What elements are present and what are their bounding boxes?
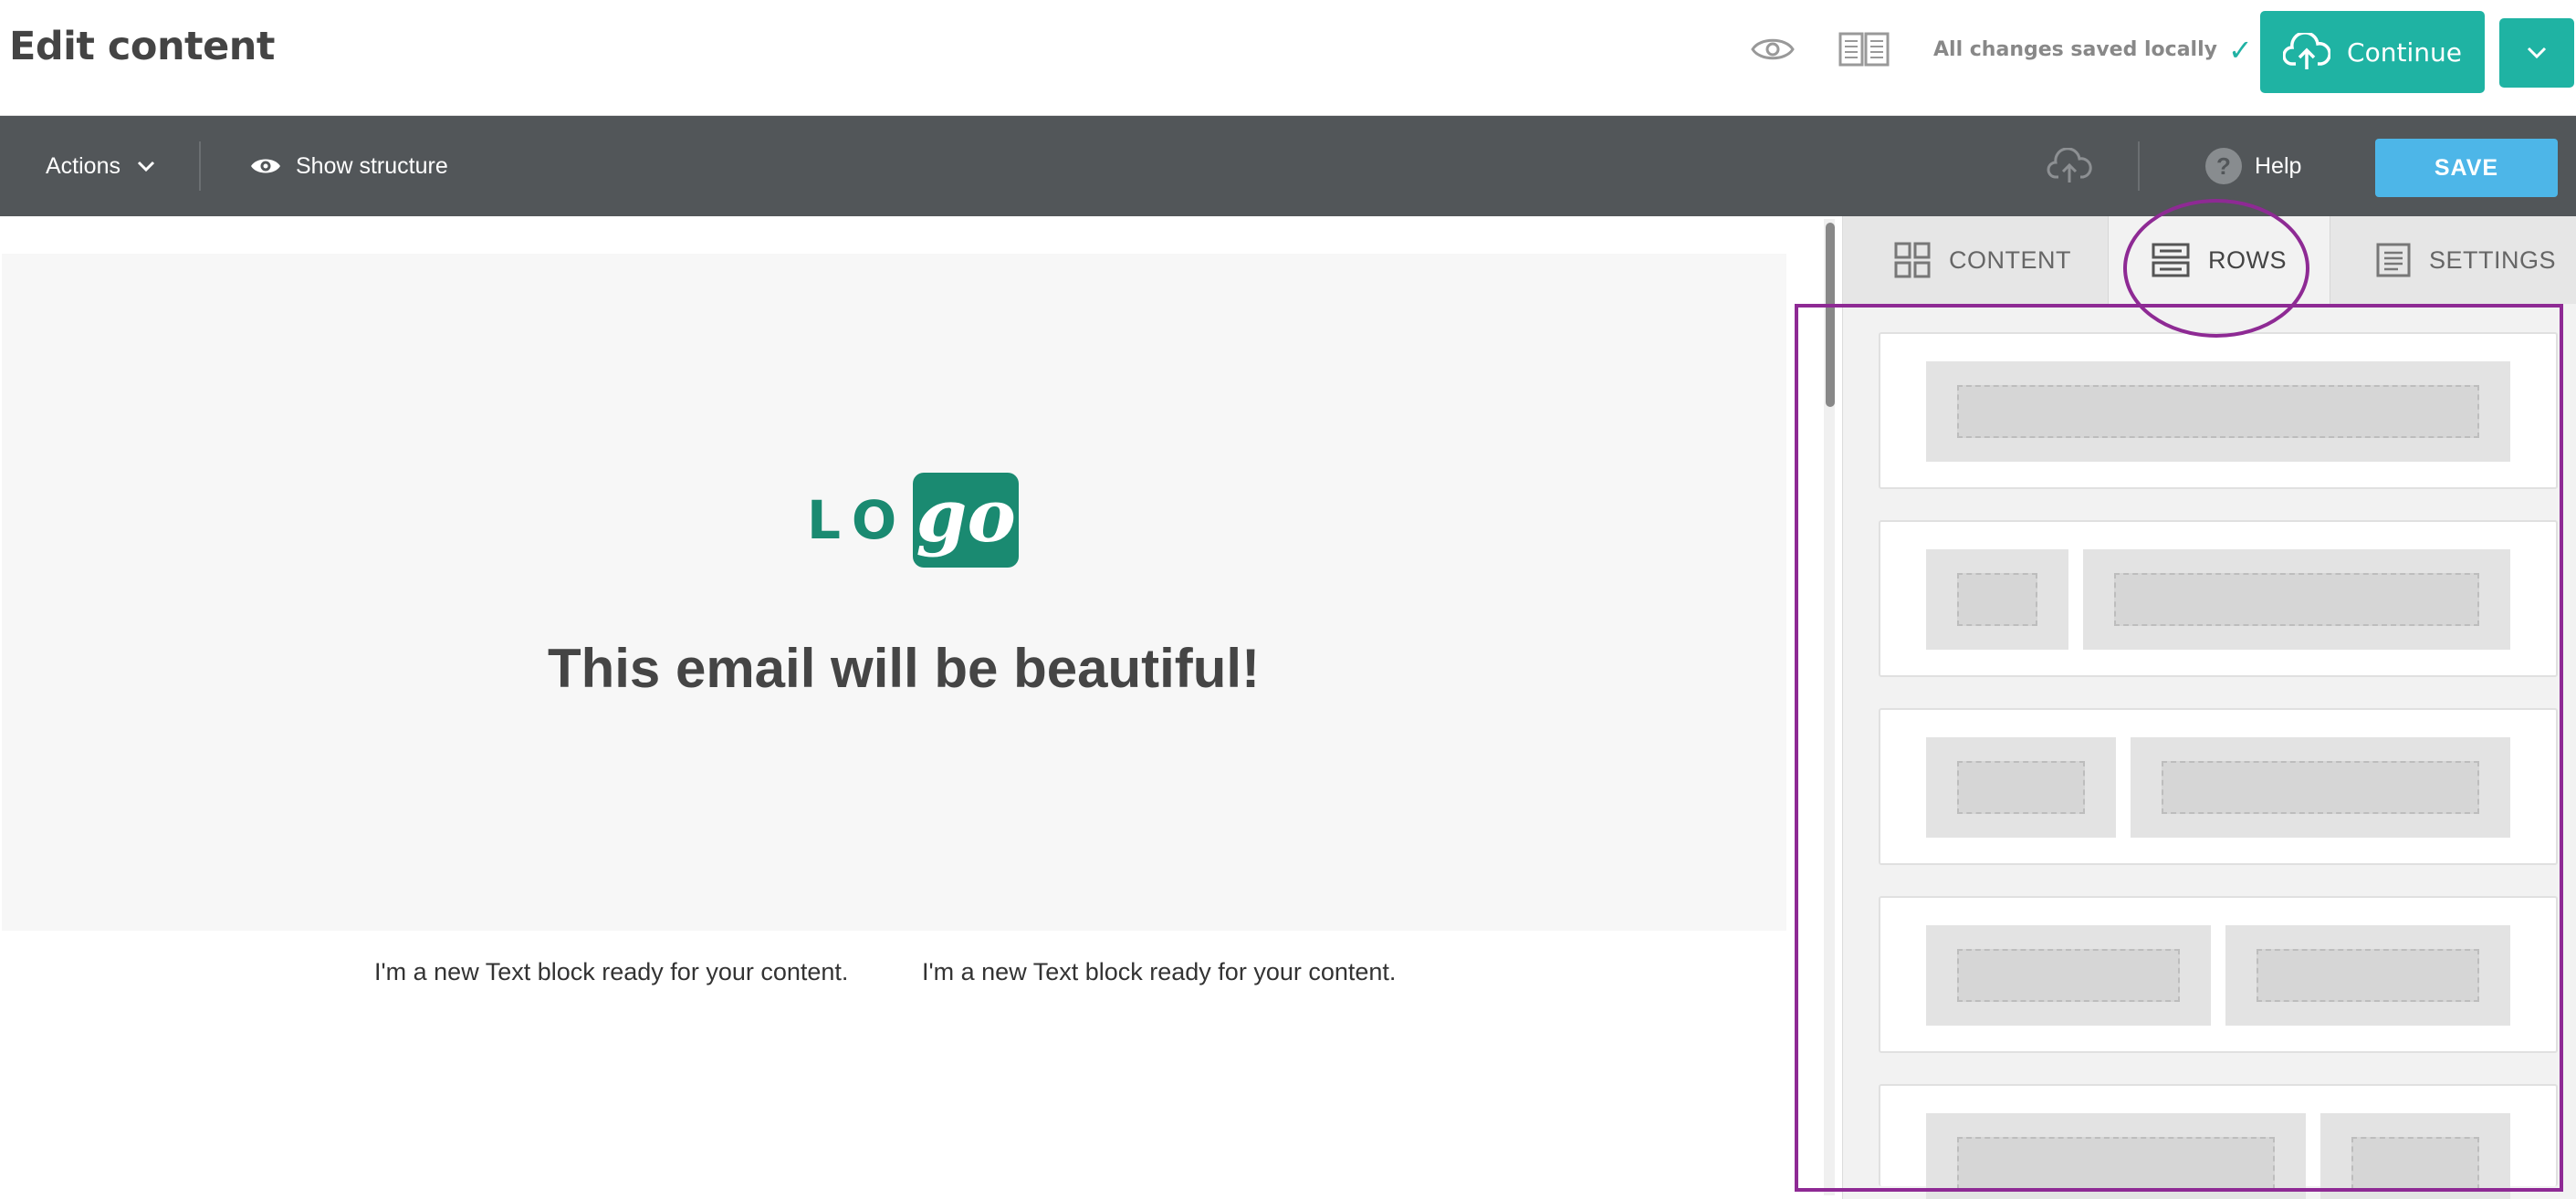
save-status: All changes saved locally ✓ xyxy=(1933,32,2253,68)
help-link[interactable]: ? Help xyxy=(2205,116,2301,216)
row-layout-card[interactable] xyxy=(1879,708,2558,865)
settings-list-icon xyxy=(2376,243,2411,277)
cloud-upload-icon[interactable] xyxy=(2043,143,2096,189)
continue-options-button[interactable] xyxy=(2499,18,2574,88)
column-drop-area xyxy=(2162,761,2479,814)
chevron-down-icon xyxy=(2527,47,2547,59)
tab-settings-label: SETTINGS xyxy=(2429,245,2557,274)
continue-label: Continue xyxy=(2347,36,2462,68)
rows-icon xyxy=(2152,243,2190,277)
book-icon[interactable] xyxy=(1835,26,1893,73)
actions-menu[interactable]: Actions xyxy=(46,116,155,216)
row-column-placeholder xyxy=(1926,737,2116,838)
row-column-placeholder xyxy=(2320,1113,2510,1199)
show-structure-label: Show structure xyxy=(296,152,448,179)
toolbar-divider xyxy=(199,141,201,191)
column-drop-area xyxy=(2351,1137,2479,1190)
row-layout-card[interactable] xyxy=(1879,896,2558,1053)
row-column-placeholder xyxy=(1926,1113,2306,1199)
column-drop-area xyxy=(1957,573,2037,626)
toolbar-divider xyxy=(2138,141,2140,191)
hero-heading[interactable]: This email will be beautiful! xyxy=(0,637,1807,700)
actions-label: Actions xyxy=(46,152,120,179)
help-icon: ? xyxy=(2205,148,2242,184)
column-drop-area xyxy=(2257,949,2479,1002)
continue-button[interactable]: Continue xyxy=(2260,11,2485,93)
text-block[interactable]: I'm a new Text block ready for your cont… xyxy=(374,958,848,986)
row-column-placeholder xyxy=(1926,361,2510,462)
column-drop-area xyxy=(1957,1137,2275,1190)
eye-icon xyxy=(251,159,280,173)
row-column-placeholder xyxy=(2225,925,2510,1026)
chevron-down-icon xyxy=(137,161,155,172)
tab-rows-label: ROWS xyxy=(2208,245,2287,274)
tab-content[interactable]: CONTENT xyxy=(1894,216,2071,304)
tab-content-label: CONTENT xyxy=(1949,245,2071,274)
preview-eye-icon[interactable] xyxy=(1744,26,1802,73)
column-drop-area xyxy=(1957,761,2085,814)
save-status-text: All changes saved locally xyxy=(1933,38,2217,61)
column-drop-area xyxy=(2114,573,2479,626)
row-layout-card[interactable] xyxy=(1879,520,2558,677)
row-column-placeholder xyxy=(2083,549,2510,650)
text-block[interactable]: I'm a new Text block ready for your cont… xyxy=(922,958,1396,986)
save-button[interactable]: SAVE xyxy=(2375,139,2558,197)
hero-section[interactable] xyxy=(2,254,1786,931)
top-header: Edit content All changes saved locally ✓… xyxy=(0,0,2576,116)
logo-badge: go xyxy=(913,473,1020,568)
canvas-scrollbar-thumb[interactable] xyxy=(1826,223,1835,407)
logo[interactable]: LO go xyxy=(807,473,1020,568)
help-label: Help xyxy=(2255,152,2302,179)
row-column-placeholder xyxy=(2131,737,2510,838)
check-icon: ✓ xyxy=(2227,32,2253,68)
row-column-placeholder xyxy=(1926,925,2211,1026)
page-title: Edit content xyxy=(9,24,275,69)
show-structure-toggle[interactable]: Show structure xyxy=(250,116,448,216)
tab-rows[interactable]: ROWS xyxy=(2108,216,2330,304)
grid-icon xyxy=(1894,242,1931,278)
column-drop-area xyxy=(1957,385,2479,438)
column-drop-area xyxy=(1957,949,2180,1002)
row-column-placeholder xyxy=(1926,549,2068,650)
row-layout-card[interactable] xyxy=(1879,332,2558,489)
logo-text: LO xyxy=(807,489,910,551)
editor-toolbar: Actions Show structure ? Help SAVE xyxy=(0,116,2576,216)
tab-settings[interactable]: SETTINGS xyxy=(2376,216,2556,304)
cloud-upload-icon xyxy=(2283,33,2331,69)
row-layout-card[interactable] xyxy=(1879,1084,2558,1199)
panel-tabs: CONTENT ROWS SETTINGS xyxy=(1843,216,2576,304)
